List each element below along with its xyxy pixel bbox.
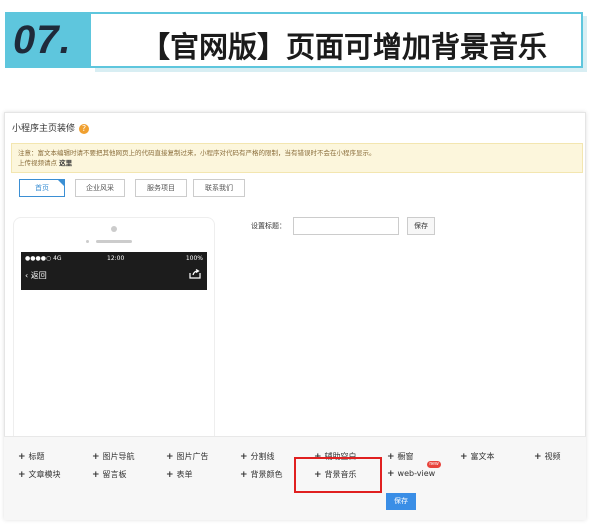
title-save-button[interactable]: 保存: [407, 217, 435, 235]
component-web-view[interactable]: + web-view: [387, 469, 435, 479]
component-label: 图片广告: [176, 452, 209, 461]
component-label: 标题: [28, 452, 45, 461]
banner-title-box: 【官网版】页面可增加背景音乐: [91, 12, 583, 68]
tab-contact-label: 联系我们: [205, 184, 233, 192]
back-label: 返回: [30, 271, 47, 280]
question-icon[interactable]: ?: [79, 123, 90, 134]
component-label: 背景颜色: [250, 470, 283, 479]
component-image-ad[interactable]: + 图片广告: [166, 451, 209, 462]
component-bg-color[interactable]: + 背景颜色: [240, 469, 283, 480]
component-form[interactable]: + 表单: [166, 469, 193, 480]
share-icon[interactable]: [189, 269, 201, 279]
highlight-box: [294, 457, 382, 493]
component-video[interactable]: + 视频: [534, 451, 561, 462]
component-label: 橱窗: [397, 452, 414, 461]
chevron-left-icon: ‹: [25, 271, 29, 280]
plus-icon: +: [460, 452, 468, 462]
header-banner: 07. 【官网版】页面可增加背景音乐: [5, 8, 583, 70]
component-label: 视频: [544, 452, 561, 461]
tab-company-style-label: 企业风采: [86, 184, 114, 192]
tab-home-label: 首页: [35, 184, 49, 192]
component-label: 富文本: [470, 452, 495, 461]
component-showcase[interactable]: + 橱窗: [387, 451, 414, 462]
plus-icon: +: [166, 452, 174, 462]
tab-contact[interactable]: 联系我们: [193, 179, 245, 197]
signal-indicator: ●●●●○ 4G: [25, 255, 62, 262]
plus-icon: +: [18, 470, 26, 480]
phone-speaker: [96, 240, 132, 243]
tab-company-style[interactable]: 企业风采: [75, 179, 125, 197]
component-label: 留言板: [102, 470, 127, 479]
battery-indicator: 100%: [185, 255, 203, 262]
plus-icon: +: [534, 452, 542, 462]
component-message-board[interactable]: + 留言板: [92, 469, 127, 480]
component-label: web-view: [397, 469, 436, 478]
page-title-text: 小程序主页装修: [12, 124, 76, 134]
phone-camera-dot: [111, 226, 117, 232]
step-number-box: 07.: [5, 12, 91, 68]
component-toolbar: + 标题 + 图片导航 + 图片广告 + 分割线 + 辅助空白 + 橱窗 + 富文本 + 视频 …: [4, 436, 586, 520]
plus-icon: +: [240, 452, 248, 462]
notice-line-2-prefix: 上传视频请点: [18, 159, 57, 167]
component-title[interactable]: + 标题: [18, 451, 45, 462]
banner-title: 【官网版】页面可增加背景音乐: [141, 30, 548, 64]
notice-line-1: 注意：富文本编辑时请不要把其他网页上的代码直接复制过来，小程序对代码有严格的限制…: [18, 149, 376, 157]
title-setting-label: 设置标题：: [251, 222, 286, 230]
tab-services-label: 服务项目: [147, 184, 175, 192]
status-time: 12:00: [107, 255, 125, 262]
notice-box: 注意：富文本编辑时请不要把其他网页上的代码直接复制过来，小程序对代码有严格的限制…: [11, 143, 583, 173]
component-label: 文章模块: [28, 470, 61, 479]
component-label: 表单: [176, 470, 193, 479]
tab-home[interactable]: 首页: [19, 179, 65, 197]
plus-icon: +: [92, 452, 100, 462]
plus-icon: +: [92, 470, 100, 480]
notice-line-2: 上传视频请点 这里: [18, 158, 576, 168]
new-badge: new: [427, 461, 441, 468]
component-image-nav[interactable]: + 图片导航: [92, 451, 135, 462]
phone-screen-header: ●●●●○ 4G 12:00 100% ‹ 返回: [21, 252, 207, 290]
component-label: 分割线: [250, 452, 275, 461]
tab-services[interactable]: 服务项目: [135, 179, 187, 197]
component-divider[interactable]: + 分割线: [240, 451, 275, 462]
component-rich-text[interactable]: + 富文本: [460, 451, 495, 462]
active-corner-icon: [57, 179, 65, 187]
upload-video-link[interactable]: 这里: [59, 159, 72, 167]
title-input[interactable]: [293, 217, 399, 235]
back-button[interactable]: ‹ 返回: [25, 270, 47, 281]
phone-front-sensor: [86, 240, 89, 243]
component-article[interactable]: + 文章模块: [18, 469, 61, 480]
step-number: 07.: [13, 18, 72, 62]
plus-icon: +: [240, 470, 248, 480]
plus-icon: +: [166, 470, 174, 480]
page-title: 小程序主页装修?: [12, 121, 90, 134]
component-label: 图片导航: [102, 452, 135, 461]
plus-icon: +: [387, 469, 395, 479]
plus-icon: +: [387, 452, 395, 462]
save-button[interactable]: 保存: [386, 493, 416, 510]
phone-preview: ●●●●○ 4G 12:00 100% ‹ 返回: [13, 217, 215, 439]
plus-icon: +: [18, 452, 26, 462]
